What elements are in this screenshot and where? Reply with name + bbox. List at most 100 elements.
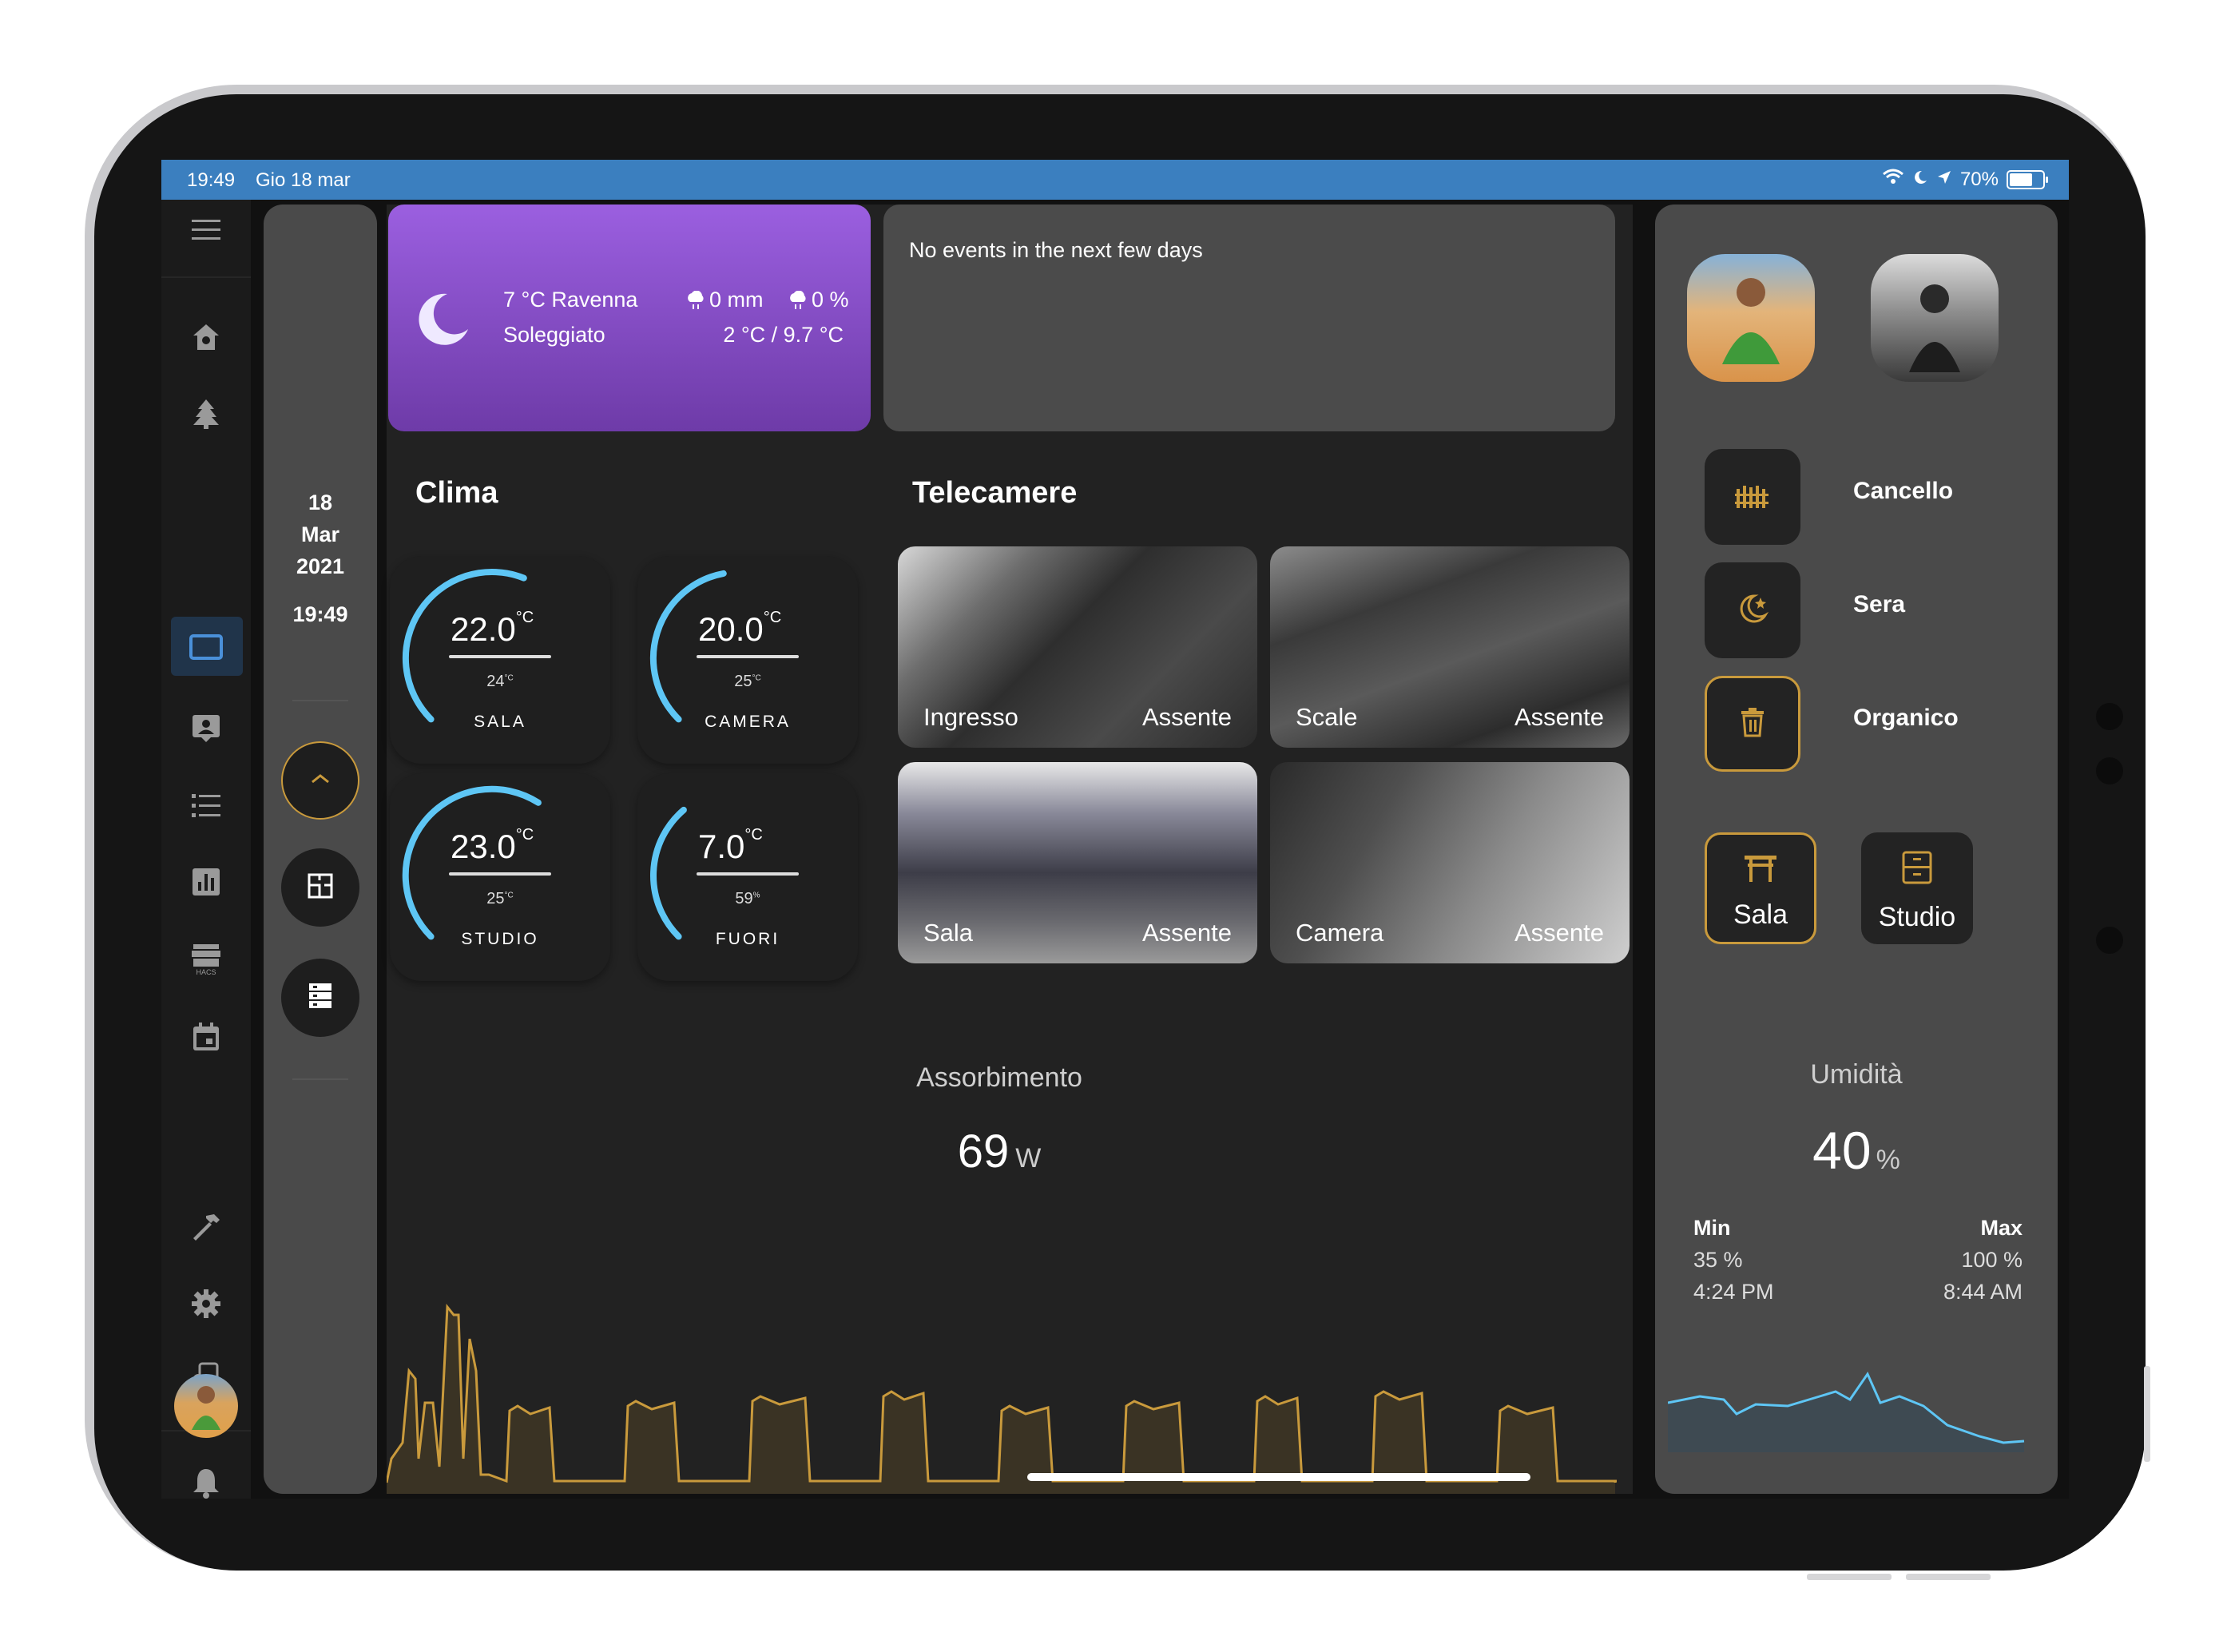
humidity-min-time: 4:24 PM bbox=[1693, 1280, 1774, 1304]
humidity-max-time: 8:44 AM bbox=[1943, 1280, 2023, 1304]
battery-icon bbox=[2007, 169, 2048, 189]
chart-icon[interactable] bbox=[187, 863, 225, 901]
humidity-min-value: 35 % bbox=[1693, 1248, 1743, 1272]
thermostat-target: 24°C bbox=[486, 673, 514, 690]
contact-icon[interactable] bbox=[187, 708, 225, 746]
hacs-icon[interactable]: HACS bbox=[187, 939, 225, 978]
weather-range: 2 °C / 9.7 °C bbox=[723, 323, 844, 347]
power-title: Assorbimento bbox=[916, 1062, 1082, 1093]
events-text: No events in the next few days bbox=[909, 238, 1203, 262]
telecamere-title: Telecamere bbox=[912, 476, 1078, 510]
power-value: 69 W bbox=[957, 1126, 1042, 1177]
thermostat-value: 20.0°C bbox=[698, 609, 782, 648]
organic-button[interactable] bbox=[1705, 676, 1800, 772]
camera-dot bbox=[2096, 927, 2123, 954]
svg-text:HACS: HACS bbox=[196, 968, 216, 976]
evening-label: Sera bbox=[1853, 591, 1906, 618]
camera-feed[interactable]: Scale Assente bbox=[1270, 546, 1630, 748]
thermostat-card[interactable]: 7.0°C 59% FUORI bbox=[637, 773, 858, 981]
sidebar-divider bbox=[161, 276, 251, 278]
clima-title: Clima bbox=[415, 476, 498, 510]
person-avatar[interactable] bbox=[1871, 254, 1999, 382]
camera-state: Assente bbox=[1514, 703, 1604, 731]
power-sparkline bbox=[387, 1303, 1617, 1494]
weather-rain-chance: 0 % bbox=[812, 288, 849, 312]
humidity-value: 40% bbox=[1812, 1121, 1900, 1180]
table-icon bbox=[1743, 852, 1778, 892]
rain-chance-icon bbox=[788, 290, 808, 316]
weather-rain: 0 mm bbox=[709, 288, 764, 312]
humidity-title: Umidità bbox=[1810, 1059, 1903, 1090]
person-avatar[interactable] bbox=[1687, 254, 1815, 382]
thermostat-divider bbox=[449, 872, 551, 876]
evening-button[interactable] bbox=[1705, 562, 1800, 658]
thermostat-value: 22.0°C bbox=[451, 609, 534, 648]
thermostat-value: 7.0°C bbox=[698, 826, 763, 865]
thermostat-name: STUDIO bbox=[461, 930, 539, 948]
home-indicator bbox=[1027, 1473, 1530, 1481]
location-icon bbox=[1936, 169, 1952, 191]
list-icon[interactable] bbox=[187, 786, 225, 824]
camera-feed[interactable]: Ingresso Assente bbox=[898, 546, 1257, 748]
sidebar: HACS bbox=[161, 200, 251, 1499]
screen: 19:49 Gio 18 mar 70% HACS 18 Mar 2021 19… bbox=[161, 160, 2069, 1499]
camera-state: Assente bbox=[1514, 919, 1604, 947]
weather-condition: Soleggiato bbox=[503, 323, 605, 347]
thermostat-value: 23.0°C bbox=[451, 826, 534, 865]
calendar-icon[interactable] bbox=[187, 1018, 225, 1056]
clock-month: Mar bbox=[300, 522, 339, 546]
camera-name: Sala bbox=[923, 919, 974, 947]
menu-icon[interactable] bbox=[187, 211, 225, 249]
right-column: Cancello Sera Organico Sala Studio Umidi bbox=[1655, 205, 2058, 1494]
server-button[interactable] bbox=[281, 959, 359, 1037]
thermostat-name: SALA bbox=[474, 713, 526, 731]
clock-time: 19:49 bbox=[292, 602, 348, 626]
thermostat-card[interactable]: 20.0°C 25°C CAMERA bbox=[637, 556, 858, 764]
camera-dot bbox=[2096, 757, 2123, 784]
rain-icon bbox=[685, 290, 706, 316]
room-button-sala[interactable]: Sala bbox=[1705, 832, 1816, 944]
humidity-max-label: Max bbox=[1980, 1216, 2023, 1240]
collapse-button[interactable] bbox=[281, 741, 359, 820]
camera-feed[interactable]: Sala Assente bbox=[898, 762, 1257, 963]
tree-icon[interactable] bbox=[187, 395, 225, 433]
gear-icon[interactable] bbox=[187, 1285, 225, 1323]
tablet-icon[interactable] bbox=[187, 628, 225, 666]
moon-icon bbox=[415, 291, 471, 351]
thermostat-divider bbox=[449, 655, 551, 658]
gate-icon bbox=[1733, 479, 1772, 515]
desk-icon bbox=[1901, 850, 1933, 892]
thermostat-name: CAMERA bbox=[705, 713, 791, 731]
moon-star-icon bbox=[1735, 591, 1770, 630]
status-time: 19:49 bbox=[187, 169, 236, 191]
bell-icon[interactable] bbox=[187, 1463, 225, 1499]
battery-percent: 70% bbox=[1959, 168, 1999, 190]
thermostat-divider bbox=[697, 872, 799, 876]
wifi-icon bbox=[1882, 168, 1904, 191]
gate-label: Cancello bbox=[1853, 478, 1954, 504]
thermostat-card[interactable]: 23.0°C 25°C STUDIO bbox=[390, 773, 610, 981]
humidity-min-label: Min bbox=[1693, 1216, 1731, 1240]
gate-button[interactable] bbox=[1705, 449, 1800, 545]
status-bar: 19:49 Gio 18 mar 70% bbox=[161, 160, 2069, 200]
calendar-events-card[interactable]: No events in the next few days bbox=[883, 205, 1615, 431]
clock-day: 18 bbox=[308, 490, 333, 514]
clock-divider bbox=[292, 1078, 348, 1080]
camera-feed[interactable]: Camera Assente bbox=[1270, 762, 1630, 963]
humidity-sparkline bbox=[1668, 1371, 2025, 1452]
room-button-studio[interactable]: Studio bbox=[1861, 832, 1973, 944]
server-icon bbox=[307, 982, 334, 1015]
weather-temp-city: 7 °C Ravenna bbox=[503, 288, 638, 312]
trash-icon bbox=[1738, 706, 1767, 742]
home-icon[interactable] bbox=[187, 318, 225, 356]
organic-label: Organico bbox=[1853, 705, 1959, 731]
weather-card[interactable]: 7 °C Ravenna Soleggiato 0 mm 0 % 2 °C / … bbox=[388, 205, 871, 431]
thermostat-card[interactable]: 22.0°C 24°C SALA bbox=[390, 556, 610, 764]
room-label: Studio bbox=[1878, 902, 1956, 932]
thermostat-divider bbox=[697, 655, 799, 658]
floorplan-button[interactable] bbox=[281, 848, 359, 927]
hammer-icon[interactable] bbox=[187, 1208, 225, 1246]
clock-year: 2021 bbox=[296, 554, 345, 578]
power-button bbox=[2144, 1366, 2150, 1462]
user-avatar[interactable] bbox=[174, 1374, 238, 1438]
